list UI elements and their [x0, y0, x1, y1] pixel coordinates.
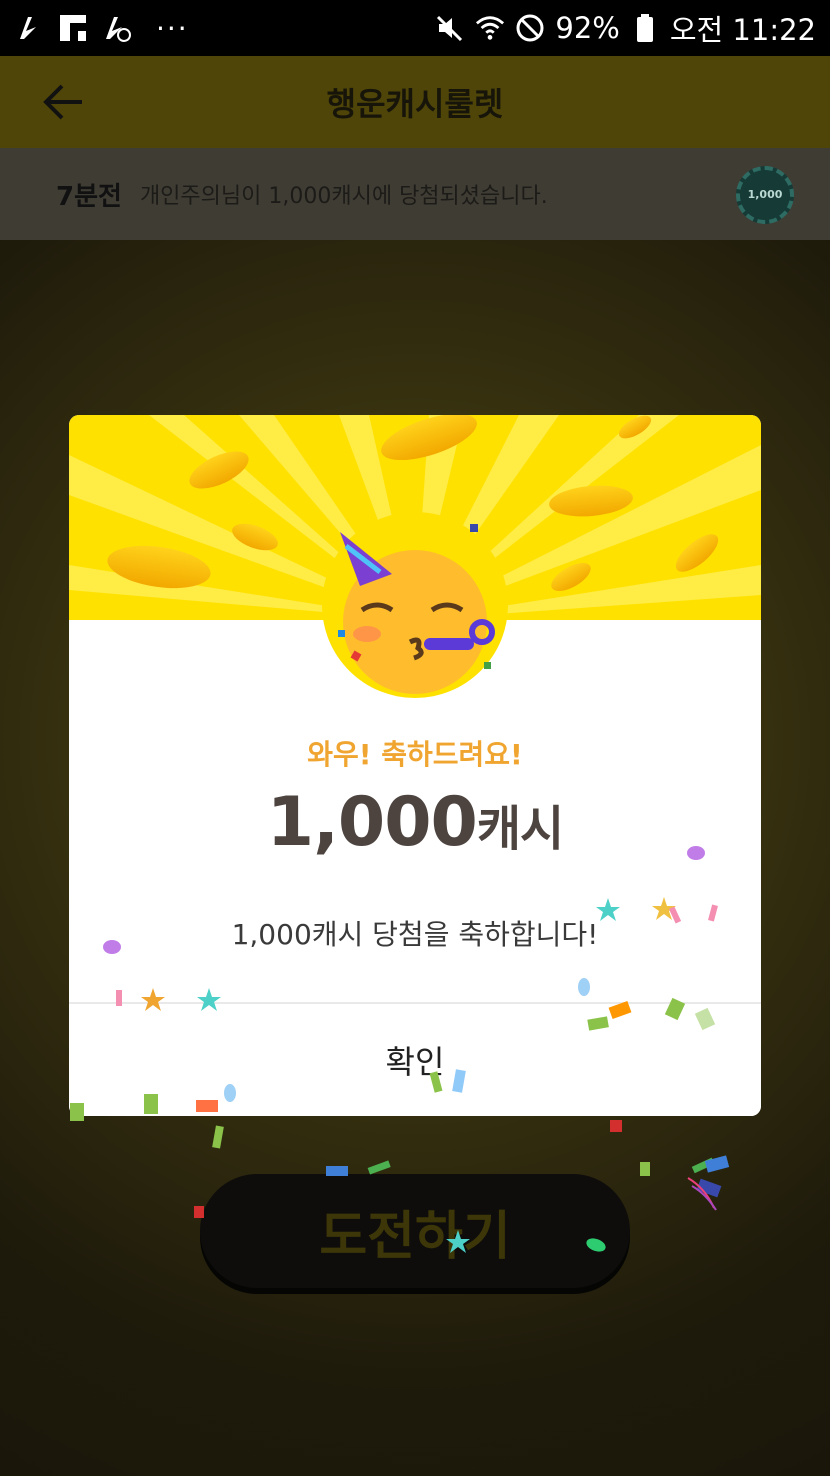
amount-value: 1,000 [266, 783, 478, 862]
dialog-message: 1,000캐시 당첨을 축하합니다! [231, 918, 599, 951]
ticker-message: 개인주의님이 1,000캐시에 당첨되셨습니다. [139, 184, 548, 209]
cash-chip-icon: 1,000 [736, 166, 794, 224]
arrow-left-icon [43, 84, 82, 120]
ticker-time: 7분전 [56, 181, 122, 212]
app-notification-icon-2 [102, 13, 132, 43]
app-notification-icon [14, 13, 44, 43]
battery-icon [630, 13, 660, 43]
app-bar: 행운캐시룰렛 [0, 56, 830, 148]
challenge-label: 도전하기 [319, 1206, 511, 1267]
wifi-icon [475, 13, 505, 43]
dialog-subtitle: 와우! 축하드려요! [307, 738, 523, 771]
party-emoji-icon [322, 512, 508, 698]
mute-icon [435, 13, 465, 43]
more-notifications-icon: ··· [156, 11, 189, 45]
confirm-label: 확인 [385, 1043, 445, 1081]
confirm-button[interactable]: 확인 [69, 1004, 761, 1116]
back-button[interactable] [40, 80, 88, 124]
no-sim-icon [515, 13, 545, 43]
win-amount: 1,000캐시 [69, 783, 761, 862]
clock: 오전 11:22 [669, 13, 816, 47]
challenge-button[interactable]: 도전하기 [200, 1174, 630, 1288]
flipboard-icon [58, 13, 88, 43]
page-title: 행운캐시룰렛 [326, 85, 504, 123]
battery-percent: 92% [555, 11, 620, 45]
chip-label: 1,000 [747, 188, 783, 201]
status-bar: ··· 92% 오전 11:22 [0, 0, 830, 56]
win-dialog: 와우! 축하드려요! 1,000캐시 1,000캐시 당첨을 축하합니다! 확인 [69, 415, 761, 1116]
winner-ticker: 7분전 개인주의님이 1,000캐시에 당첨되셨습니다. 1,000 [0, 148, 830, 240]
amount-unit: 캐시 [476, 801, 564, 857]
